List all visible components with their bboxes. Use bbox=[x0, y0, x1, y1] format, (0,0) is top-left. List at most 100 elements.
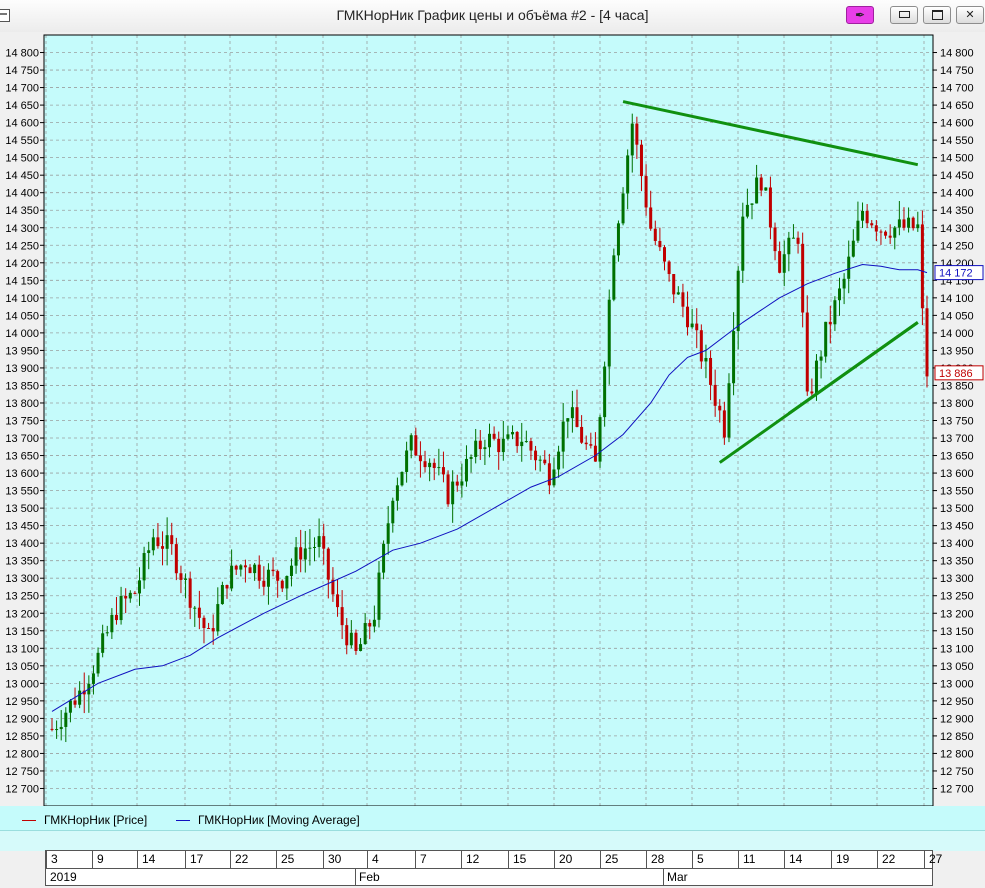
candle-body bbox=[925, 308, 929, 377]
time-axis-divider bbox=[45, 868, 933, 869]
candle-body bbox=[750, 203, 754, 205]
candle-body bbox=[386, 523, 390, 544]
candle-body bbox=[299, 547, 303, 560]
candle-body bbox=[814, 360, 818, 394]
pin-button[interactable]: ✒ bbox=[846, 6, 874, 24]
candle-body bbox=[639, 144, 643, 177]
maximize-button[interactable] bbox=[923, 6, 951, 24]
price-chart[interactable]: 12 700 12 700 12 750 12 750 12 800 12 800 12 8… bbox=[0, 32, 985, 806]
candle-body bbox=[138, 580, 141, 594]
y-tick-label: 12 800 bbox=[5, 748, 39, 760]
y-tick-label: 13 000 bbox=[940, 678, 974, 690]
candle-body bbox=[501, 438, 505, 453]
candle-body bbox=[888, 235, 892, 238]
y-tick-label: 13 250 bbox=[940, 591, 974, 603]
y-tick-label: 14 500 bbox=[5, 153, 39, 165]
candle-body bbox=[161, 546, 165, 549]
y-tick-label: 12 850 bbox=[5, 731, 39, 743]
candle-body bbox=[303, 548, 307, 560]
y-tick-label: 13 750 bbox=[5, 416, 39, 428]
candle-body bbox=[488, 433, 491, 448]
y-tick-label: 13 650 bbox=[5, 451, 39, 463]
y-tick-label: 13 450 bbox=[5, 521, 39, 533]
candle-body bbox=[796, 237, 800, 244]
day-tick-label: 20 bbox=[559, 852, 573, 866]
y-tick-label: 13 350 bbox=[5, 556, 39, 568]
candle-body bbox=[409, 435, 413, 451]
day-tick-label: 22 bbox=[882, 852, 896, 866]
candle-body bbox=[225, 584, 229, 589]
candle-body bbox=[511, 432, 515, 435]
legend-item-ma[interactable]: ГМКНорНик [Moving Average] bbox=[176, 813, 360, 827]
price-marker-label: 14 172 bbox=[939, 268, 973, 280]
candle-body bbox=[851, 240, 855, 257]
candle-body bbox=[345, 625, 349, 646]
candle-body bbox=[543, 459, 547, 464]
candle-body bbox=[907, 217, 911, 228]
candle-body bbox=[764, 187, 768, 191]
y-tick-label: 13 950 bbox=[5, 345, 39, 357]
candle-body bbox=[566, 418, 570, 422]
y-tick-label: 13 550 bbox=[940, 486, 974, 498]
y-tick-label: 14 700 bbox=[5, 83, 39, 95]
day-tick-label: 11 bbox=[743, 852, 756, 866]
candle-body bbox=[193, 607, 197, 609]
day-tick-label: 28 bbox=[651, 852, 665, 866]
y-tick-label: 13 200 bbox=[940, 608, 974, 620]
y-tick-label: 14 250 bbox=[5, 240, 39, 252]
candle-body bbox=[253, 564, 257, 574]
y-tick-label: 13 600 bbox=[5, 468, 39, 480]
candle-body bbox=[649, 207, 653, 229]
candle-body bbox=[704, 357, 708, 362]
day-tick-mark bbox=[323, 851, 324, 868]
candle-body bbox=[598, 417, 602, 462]
candle-body bbox=[469, 456, 473, 459]
candle-body bbox=[451, 481, 455, 505]
y-tick-label: 13 950 bbox=[940, 345, 974, 357]
y-tick-label: 13 300 bbox=[5, 573, 39, 585]
candle-body bbox=[216, 604, 220, 632]
candle-body bbox=[55, 729, 59, 731]
candle-body bbox=[506, 434, 510, 439]
candle-body bbox=[368, 623, 372, 627]
candle-body bbox=[363, 623, 367, 645]
candle-body bbox=[455, 481, 459, 486]
candle-body bbox=[897, 219, 901, 228]
y-tick-label: 13 500 bbox=[5, 503, 39, 515]
close-button[interactable]: ✕ bbox=[956, 6, 984, 24]
candle-body bbox=[414, 435, 418, 456]
candle-body bbox=[91, 673, 95, 684]
day-tick-label: 7 bbox=[420, 852, 427, 866]
candle-body bbox=[782, 254, 786, 273]
candle-body bbox=[805, 312, 809, 392]
y-tick-label: 14 250 bbox=[940, 240, 974, 252]
y-tick-label: 14 050 bbox=[940, 310, 974, 322]
candle-body bbox=[524, 441, 528, 443]
candle-body bbox=[570, 407, 574, 419]
month-label: Mar bbox=[667, 870, 688, 884]
candle-body bbox=[492, 433, 496, 439]
candle-body bbox=[326, 548, 330, 580]
y-tick-label: 13 700 bbox=[940, 433, 974, 445]
candle-body bbox=[791, 237, 795, 239]
legend-item-price[interactable]: ГМКНорНик [Price] bbox=[22, 813, 147, 827]
candle-body bbox=[856, 220, 860, 241]
y-tick-label: 14 450 bbox=[5, 170, 39, 182]
candle-body bbox=[59, 726, 63, 730]
candle-body bbox=[68, 700, 72, 713]
y-tick-label: 13 400 bbox=[5, 538, 39, 550]
day-tick-mark bbox=[185, 851, 186, 868]
candle-body bbox=[663, 247, 666, 262]
day-tick-label: 14 bbox=[789, 852, 803, 866]
minimize-button[interactable] bbox=[890, 6, 918, 24]
candle-body bbox=[317, 536, 321, 547]
candle-body bbox=[110, 614, 114, 633]
candle-body bbox=[294, 547, 298, 566]
maximize-icon bbox=[931, 9, 943, 20]
candle-body bbox=[916, 224, 920, 229]
candle-body bbox=[768, 187, 772, 228]
legend: ГМКНорНик [Price] ГМКНорНик [Moving Aver… bbox=[0, 806, 985, 830]
candle-body bbox=[607, 299, 611, 367]
candle-body bbox=[557, 451, 561, 470]
y-tick-label: 13 800 bbox=[5, 398, 39, 410]
